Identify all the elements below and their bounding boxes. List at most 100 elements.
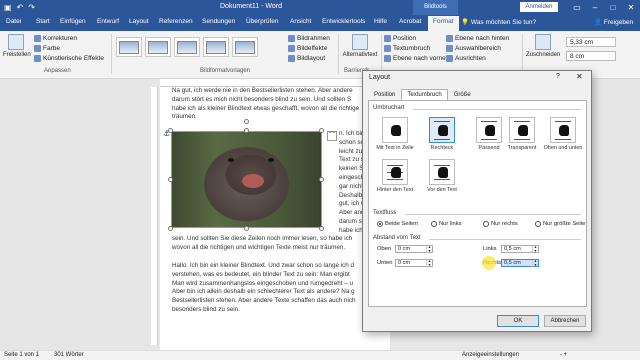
section-rule: [413, 109, 581, 110]
ebene-vorne-label: Ebene nach vorne: [393, 55, 446, 62]
ausrichten-button[interactable]: Ausrichten: [446, 55, 486, 62]
ribbon-separator: [522, 34, 523, 74]
resize-handle[interactable]: [244, 226, 249, 231]
tab-referenzen[interactable]: Referenzen: [159, 18, 193, 25]
wrap-option-square[interactable]: Rechteck: [420, 117, 464, 151]
ebene-nach-vorne-button[interactable]: Ebene nach vorne: [384, 55, 446, 62]
layout-options-icon[interactable]: ⌒: [327, 131, 337, 141]
wrap-option-top-bottom[interactable]: Oben und unten: [541, 117, 585, 151]
auswahlbereich-button[interactable]: Auswahlbereich: [446, 45, 501, 52]
picture-style-3[interactable]: [174, 37, 200, 57]
radio-beide-seiten[interactable]: Beide Seiten: [377, 221, 418, 227]
bildrahmen-button[interactable]: Bildrahmen: [288, 35, 330, 42]
width-input[interactable]: 8 cm: [566, 51, 616, 61]
radio-nur-groesste-seite[interactable]: Nur größte Seite: [535, 221, 586, 227]
behind-text-icon: [382, 159, 408, 185]
radio-nur-rechts[interactable]: Nur rechts: [483, 221, 518, 227]
ebene-nach-hinten-button[interactable]: Ebene nach hinten: [446, 35, 509, 42]
tab-entwicklertools[interactable]: Entwicklertools: [322, 18, 365, 25]
signin-button[interactable]: Anmelden: [520, 2, 558, 12]
position-button[interactable]: Position: [384, 35, 416, 42]
close-icon[interactable]: ✕: [622, 0, 640, 15]
rotate-handle[interactable]: [244, 119, 249, 124]
unten-label: Unten: [377, 260, 393, 266]
tab-hilfe[interactable]: Hilfe: [374, 18, 387, 25]
wrap-option-inline[interactable]: Mit Text in Zeile: [373, 117, 417, 151]
resize-handle[interactable]: [168, 177, 173, 182]
unten-input[interactable]: 0 cm ▲ ▼: [395, 259, 433, 267]
undo-icon[interactable]: ↶: [17, 2, 24, 13]
picture-style-1[interactable]: [116, 37, 142, 57]
resize-handle[interactable]: [168, 226, 173, 231]
resize-handle[interactable]: [319, 128, 324, 133]
display-settings[interactable]: Anzeigeeinstellungen: [462, 351, 519, 360]
tab-sendungen[interactable]: Sendungen: [202, 18, 235, 25]
page-count[interactable]: Seite 1 von 1: [4, 351, 39, 360]
alternativtext-button[interactable]: Alternativtext: [342, 34, 378, 58]
spinner-arrows-icon[interactable]: ▲ ▼: [532, 259, 538, 267]
oben-value: 0 cm: [398, 246, 411, 252]
zoom-controls[interactable]: - +: [560, 351, 567, 360]
text-line: Bestsellerlisten stehen. Aber andere Tex…: [172, 297, 356, 305]
bildlayout-button[interactable]: Bildlayout: [288, 55, 325, 62]
picture-style-thumb: [177, 40, 197, 54]
wrap-text-icon: [384, 45, 391, 52]
picture-style-thumb: [119, 40, 139, 54]
wrap-option-in-front[interactable]: Vor den Text: [420, 159, 464, 193]
tell-me-search[interactable]: 💡 Was möchten Sie tun?: [461, 18, 536, 26]
freistellen-button[interactable]: Freistellen: [3, 34, 31, 58]
tab-acrobat[interactable]: Acrobat: [399, 18, 421, 25]
textumbruch-button[interactable]: Textumbruch: [384, 45, 430, 52]
wrap-option-label: Passend: [478, 145, 500, 151]
ribbon-options-icon[interactable]: ▭: [568, 0, 586, 15]
picture-style-5[interactable]: [232, 37, 258, 57]
tab-entwurf[interactable]: Entwurf: [97, 18, 119, 25]
links-input[interactable]: 0,5 cm ▲ ▼: [501, 245, 539, 253]
korrekturen-button[interactable]: Korrekturen: [34, 35, 77, 42]
spinner-arrows-icon[interactable]: ▲ ▼: [532, 245, 538, 253]
kuenstlerisch-label: Künstlerische Effekte: [43, 55, 104, 62]
height-input[interactable]: 5,33 cm: [566, 37, 616, 47]
close-icon[interactable]: ✕: [576, 72, 583, 81]
word-count[interactable]: 301 Wörter: [54, 351, 84, 360]
tab-layout[interactable]: Layout: [129, 18, 149, 25]
color-icon: [34, 45, 41, 52]
bildeffekte-button[interactable]: Bildeffekte: [288, 45, 327, 52]
picture-style-4[interactable]: [203, 37, 229, 57]
tab-ueberpruefen[interactable]: Überprüfen: [246, 18, 279, 25]
cancel-button[interactable]: Abbrechen: [544, 315, 586, 327]
minimize-icon[interactable]: –: [586, 0, 604, 15]
oben-input[interactable]: 0 cm ▲ ▼: [395, 245, 433, 253]
tab-start[interactable]: Start: [36, 18, 50, 25]
resize-handle[interactable]: [319, 177, 324, 182]
spinner-arrows-icon[interactable]: ▲ ▼: [426, 245, 432, 253]
tab-format[interactable]: Format: [428, 16, 459, 31]
maximize-icon[interactable]: □: [604, 0, 622, 15]
redo-icon[interactable]: ↷: [28, 2, 35, 13]
tab-datei[interactable]: Datei: [6, 18, 21, 25]
kuenstlerische-effekte-button[interactable]: Künstlerische Effekte: [34, 55, 104, 62]
section-textfluss-label: Textfluss: [373, 210, 397, 216]
horizontal-ruler[interactable]: [160, 79, 390, 87]
help-icon[interactable]: ?: [556, 73, 560, 80]
farbe-button[interactable]: Farbe: [34, 45, 60, 52]
position-label: Position: [393, 35, 417, 42]
spinner-arrows-icon[interactable]: ▲ ▼: [426, 259, 432, 267]
resize-handle[interactable]: [168, 128, 173, 133]
rechts-input[interactable]: 0,5 cm ▲ ▼: [501, 259, 539, 267]
share-button[interactable]: 👤 Freigeben: [594, 18, 633, 26]
tab-einfuegen[interactable]: Einfügen: [60, 18, 86, 25]
resize-handle[interactable]: [244, 128, 249, 133]
wrap-option-behind[interactable]: Hinter den Text: [373, 159, 417, 193]
wrap-option-through[interactable]: Transparent: [500, 117, 544, 151]
zuschneiden-button[interactable]: Zuschneiden: [526, 34, 560, 58]
save-icon[interactable]: ▣: [4, 2, 12, 13]
radio-nur-links[interactable]: Nur links: [431, 221, 462, 227]
selected-picture[interactable]: [171, 131, 322, 228]
resize-handle[interactable]: [319, 226, 324, 231]
picture-style-2[interactable]: [145, 37, 171, 57]
ok-button[interactable]: OK: [497, 315, 539, 327]
crop-icon: [535, 34, 551, 50]
vertical-ruler[interactable]: [151, 87, 158, 345]
tab-ansicht[interactable]: Ansicht: [290, 18, 311, 25]
